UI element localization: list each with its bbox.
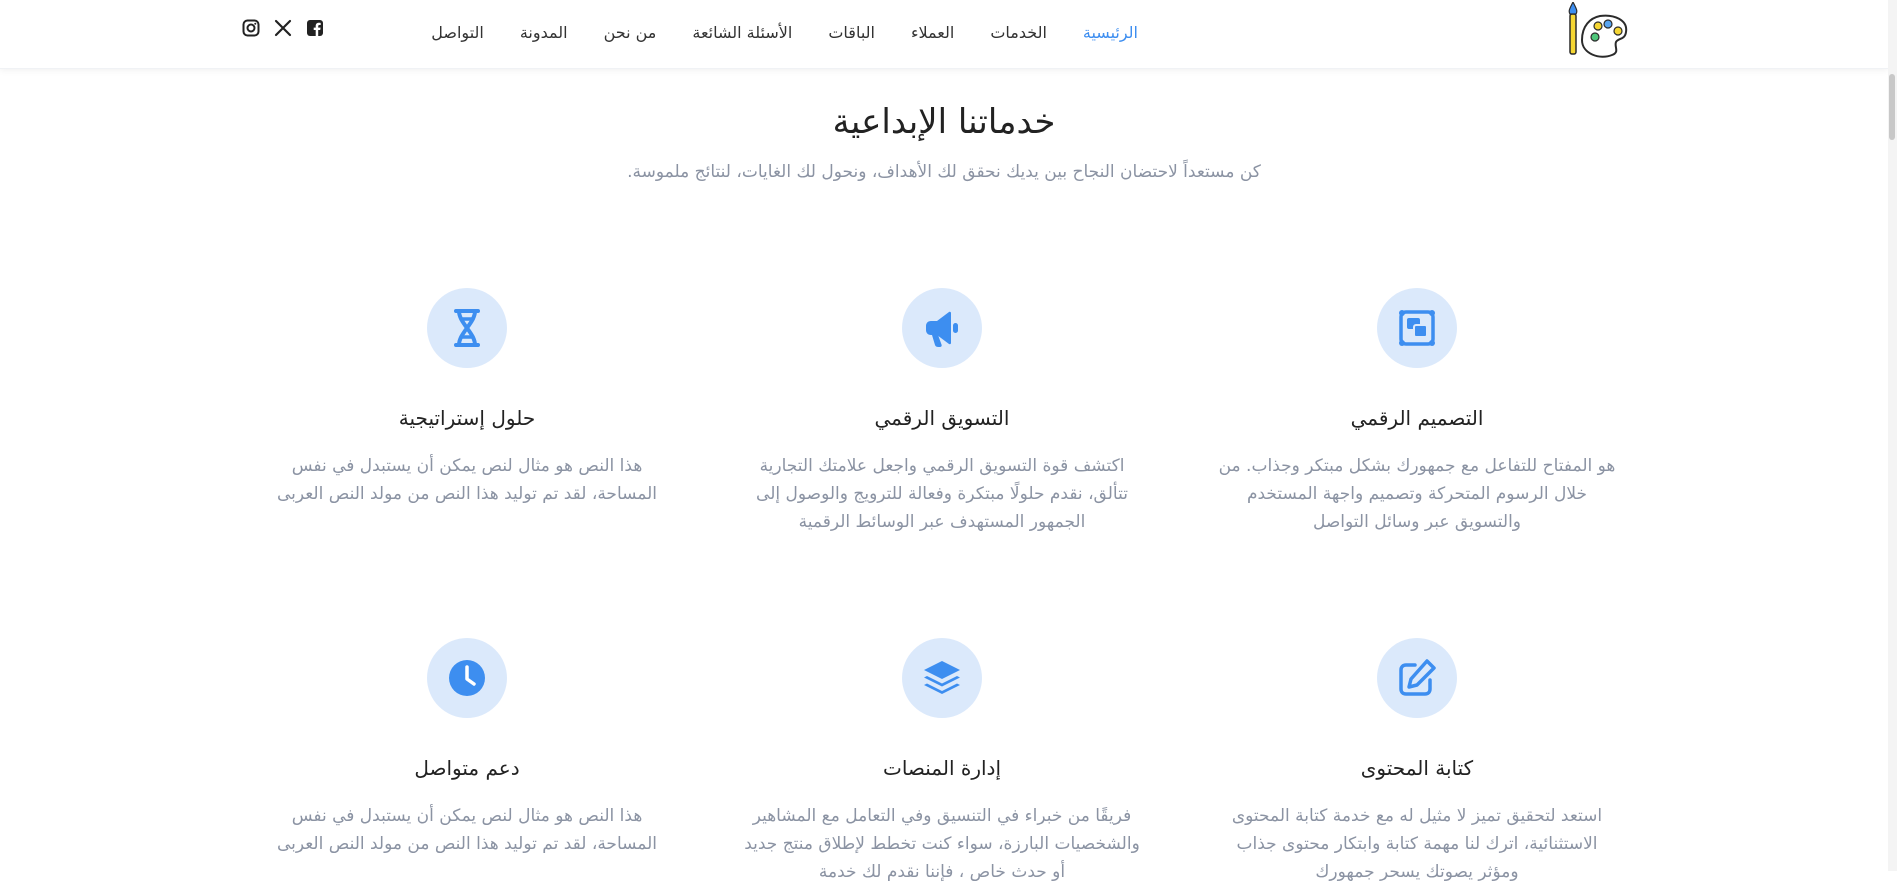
- nav-about[interactable]: من نحن: [604, 23, 657, 42]
- instagram-icon[interactable]: [242, 19, 260, 37]
- card-title: إدارة المنصات: [882, 756, 1002, 780]
- section-subtitle: كن مستعداً لاحتضان النجاح بين يديك نحقق …: [627, 162, 1261, 182]
- card-title: التصميم الرقمي: [1350, 406, 1484, 430]
- main-nav: الرئيسية الخدمات العملاء الباقات الأسئلة…: [431, 20, 1138, 44]
- card-description: استعد لتحقيق تميز لا مثيل له مع خدمة كتا…: [1231, 806, 1603, 882]
- nav-contact[interactable]: التواصل: [431, 23, 484, 42]
- service-card-platforms: إدارة المنصات فريقًا من خبراء في التنسيق…: [742, 638, 1142, 886]
- dna-icon: [454, 309, 480, 347]
- icon-circle: [1377, 288, 1457, 368]
- nav-faq[interactable]: الأسئلة الشائعة: [692, 23, 792, 42]
- icon-circle: [902, 288, 982, 368]
- section-title: خدماتنا الإبداعية: [832, 102, 1056, 142]
- social-links: [242, 19, 324, 37]
- icon-circle: [902, 638, 982, 718]
- service-card-strategy: حلول إستراتيجية هذا النص هو مثال لنص يمك…: [267, 288, 667, 508]
- service-card-support: دعم متواصل هذا النص هو مثال لنص يمكن أن …: [267, 638, 667, 858]
- service-card-design: التصميم الرقمي هو المفتاح للتفاعل مع جمه…: [1217, 288, 1617, 536]
- design-icon: [1399, 310, 1435, 346]
- service-card-content: كتابة المحتوى استعد لتحقيق تميز لا مثيل …: [1217, 638, 1617, 886]
- page-scrollbar[interactable]: [1888, 0, 1897, 871]
- card-title: التسويق الرقمي: [874, 406, 1010, 430]
- card-description: هو المفتاح للتفاعل مع جمهورك بشكل مبتكر …: [1218, 456, 1616, 532]
- nav-home[interactable]: الرئيسية: [1083, 23, 1138, 42]
- card-description: هذا النص هو مثال لنص يمكن أن يستبدل في ن…: [276, 806, 658, 854]
- palette-logo-icon: [1568, 0, 1628, 58]
- nav-services[interactable]: الخدمات: [990, 23, 1047, 42]
- layers-icon: [924, 661, 960, 694]
- nav-blog[interactable]: المدونة: [520, 23, 568, 42]
- facebook-icon[interactable]: [306, 19, 324, 37]
- card-title: دعم متواصل: [414, 756, 520, 780]
- icon-circle: [1377, 638, 1457, 718]
- nav-packages[interactable]: الباقات: [828, 23, 875, 42]
- scrollbar-thumb[interactable]: [1889, 74, 1895, 140]
- nav-clients[interactable]: العملاء: [911, 23, 954, 42]
- edit-icon: [1399, 659, 1436, 696]
- card-description: هذا النص هو مثال لنص يمكن أن يستبدل في ن…: [276, 456, 658, 504]
- icon-circle: [427, 638, 507, 718]
- card-title: حلول إستراتيجية: [398, 406, 536, 430]
- clock-icon: [449, 660, 485, 696]
- service-card-marketing: التسويق الرقمي اكتشف قوة التسويق الرقمي …: [742, 288, 1142, 536]
- icon-circle: [427, 288, 507, 368]
- megaphone-icon: [926, 311, 958, 347]
- logo[interactable]: [1562, 0, 1628, 58]
- x-icon[interactable]: [274, 19, 292, 37]
- card-description: اكتشف قوة التسويق الرقمي واجعل علامتك ال…: [756, 456, 1128, 532]
- card-description: فريقًا من خبراء في التنسيق وفي التعامل م…: [744, 806, 1140, 882]
- card-title: كتابة المحتوى: [1360, 756, 1474, 780]
- site-header: الرئيسية الخدمات العملاء الباقات الأسئلة…: [0, 0, 1888, 69]
